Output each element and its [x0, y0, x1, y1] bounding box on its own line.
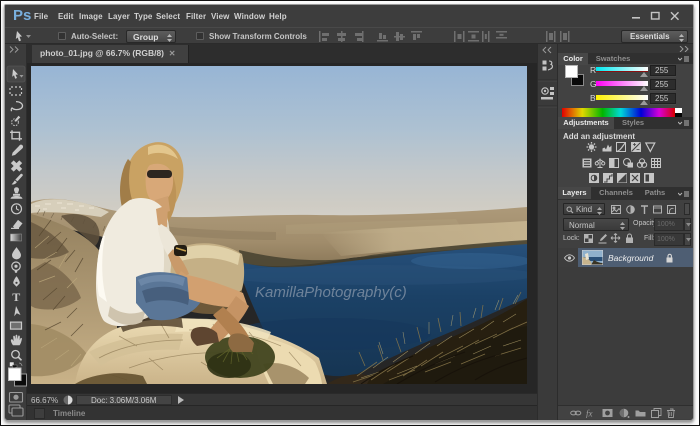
- svg-text:KamillaPhotography(c): KamillaPhotography(c): [255, 284, 407, 301]
- svg-text:fx: fx: [586, 409, 593, 419]
- svg-text:T: T: [12, 290, 20, 304]
